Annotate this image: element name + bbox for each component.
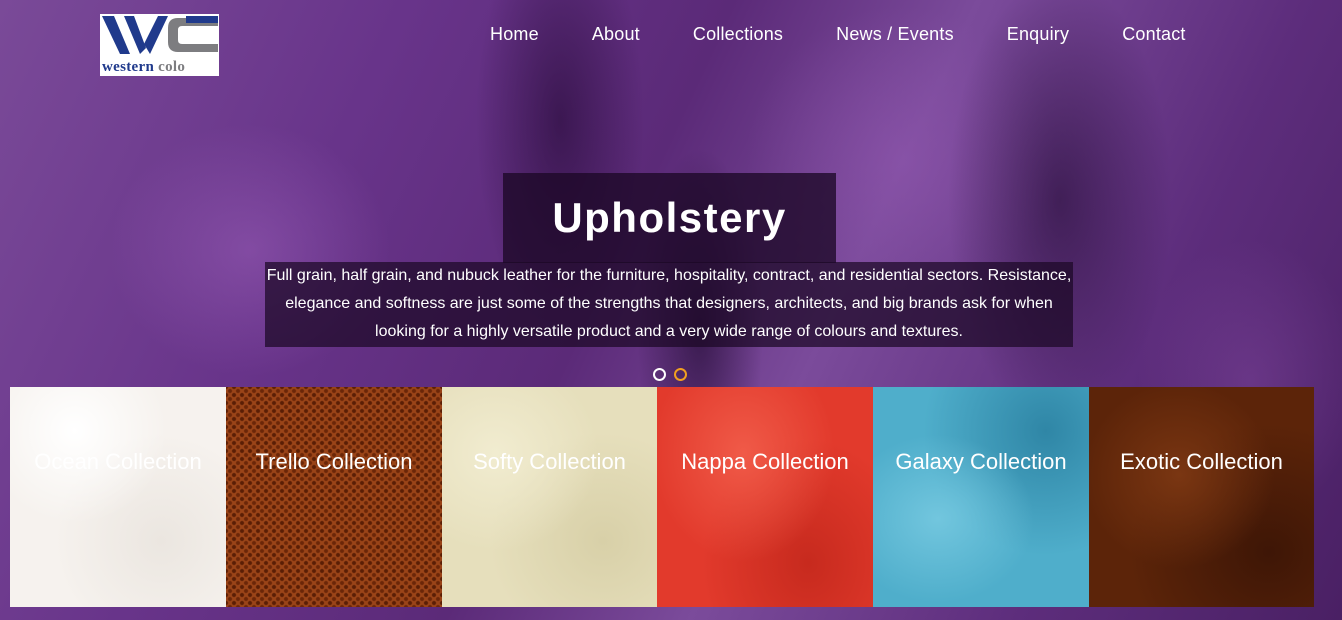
- logo-mark-icon: [102, 16, 218, 54]
- collection-label: Ocean Collection: [34, 449, 202, 474]
- nav-home[interactable]: Home: [463, 24, 565, 45]
- slide-title-box: Upholstery: [503, 173, 836, 263]
- nav-enquiry[interactable]: Enquiry: [980, 24, 1095, 45]
- slide-title: Upholstery: [552, 194, 787, 241]
- slider-dot-2[interactable]: [674, 368, 687, 381]
- collection-label: Exotic Collection: [1120, 449, 1283, 474]
- logo-wordmark: western colo: [102, 59, 186, 75]
- collection-tile-nappa[interactable]: Nappa Collection: [657, 387, 873, 607]
- collection-tile-ocean[interactable]: Ocean Collection: [10, 387, 226, 607]
- slider-dot-1[interactable]: [653, 368, 666, 381]
- nav-contact[interactable]: Contact: [1095, 24, 1211, 45]
- collection-tile-galaxy[interactable]: Galaxy Collection: [873, 387, 1089, 607]
- collection-tile-softy[interactable]: Softy Collection: [442, 387, 657, 607]
- nav-collections[interactable]: Collections: [666, 24, 809, 45]
- nav-news-events[interactable]: News / Events: [809, 24, 980, 45]
- collection-label: Galaxy Collection: [895, 449, 1067, 474]
- collection-label: Trello Collection: [255, 449, 413, 474]
- brand-logo[interactable]: western colo: [100, 14, 219, 76]
- slide-description: Full grain, half grain, and nubuck leath…: [265, 262, 1073, 347]
- nav-about[interactable]: About: [565, 24, 666, 45]
- collection-tile-exotic[interactable]: Exotic Collection: [1089, 387, 1314, 607]
- collection-label: Nappa Collection: [681, 449, 849, 474]
- collection-tile-trello[interactable]: Trello Collection: [226, 387, 442, 607]
- collection-label: Softy Collection: [473, 449, 626, 474]
- collections-grid: Ocean Collection Trello Collection Softy…: [10, 387, 1314, 607]
- slider-pagination: [653, 368, 687, 381]
- main-nav: Home About Collections News / Events Enq…: [463, 22, 1212, 46]
